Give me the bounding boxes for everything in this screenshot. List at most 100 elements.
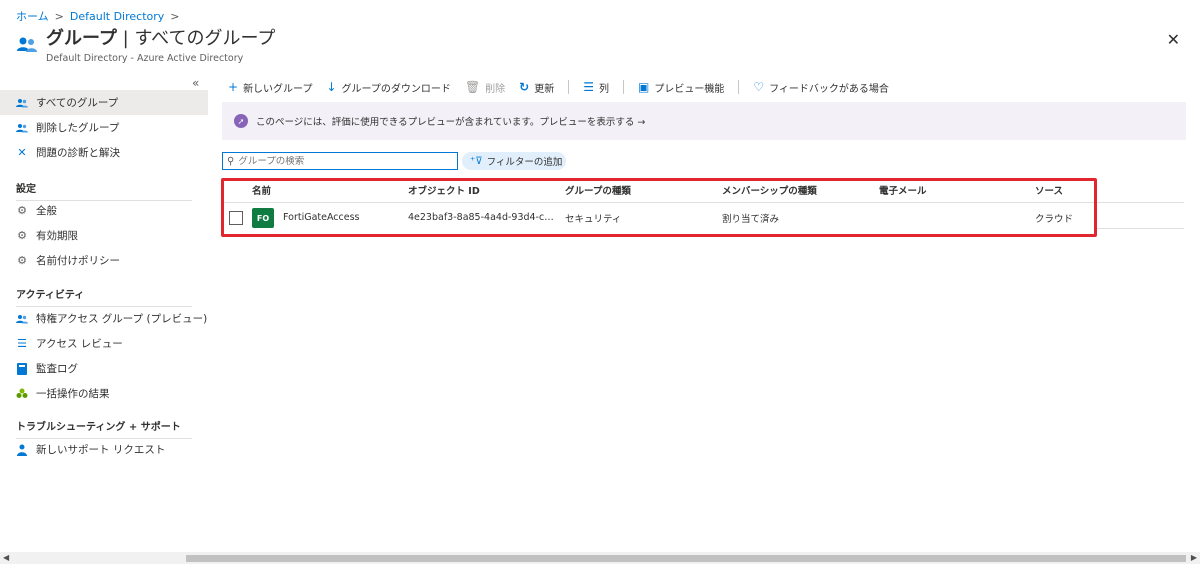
sidebar-item-access-review[interactable]: ☰ アクセス レビュー xyxy=(0,331,208,356)
sidebar-item-naming-policy[interactable]: ⚙ 名前付けポリシー xyxy=(0,248,208,273)
section-support: トラブルシューティング + サポート xyxy=(16,418,192,439)
column-header-source[interactable]: ソース xyxy=(1035,183,1063,197)
group-type-cell: セキュリティ xyxy=(565,213,622,225)
page-header: グループ | すべてのグループ xyxy=(16,28,275,56)
columns-button[interactable]: ☰ 列 xyxy=(583,80,609,95)
sidebar-item-audit-log[interactable]: 監査ログ xyxy=(0,356,208,381)
users-icon xyxy=(16,313,28,325)
sidebar-item-label: 名前付けポリシー xyxy=(36,255,120,267)
groups-icon xyxy=(17,37,37,52)
plus-icon: + xyxy=(228,80,239,94)
gear-icon: ⚙ xyxy=(17,204,27,217)
gear-icon: ⚙ xyxy=(17,229,27,242)
download-groups-button[interactable]: ↓ グループのダウンロード xyxy=(326,80,450,95)
add-filter-label: フィルターの追加 xyxy=(486,157,563,168)
group-name-link[interactable]: FortiGateAccess xyxy=(283,212,359,223)
group-avatar: FO xyxy=(252,208,274,228)
preview-features-button[interactable]: ▣ プレビュー機能 xyxy=(638,80,724,95)
heart-icon: ♡ xyxy=(753,80,765,94)
sidebar-item-label: 特権アクセス グループ (プレビュー) xyxy=(36,313,208,325)
sidebar-item-diagnose[interactable]: ✕ 問題の診断と解決 xyxy=(0,140,208,165)
sidebar-item-label: 有効期限 xyxy=(36,230,78,242)
sidebar-item-bulk-results[interactable]: 一括操作の結果 xyxy=(0,381,208,406)
refresh-label: 更新 xyxy=(534,83,555,95)
sidebar-item-deleted-groups[interactable]: 削除したグループ xyxy=(0,115,208,140)
toolbar-divider xyxy=(738,80,740,94)
column-header-membership-type[interactable]: メンバーシップの種類 xyxy=(722,183,817,197)
table-row[interactable]: FO FortiGateAccess 4e23baf3-8a85-4a4d-93… xyxy=(222,202,1184,232)
columns-label: 列 xyxy=(599,83,609,95)
table-row-divider xyxy=(1094,228,1184,229)
preview-banner[interactable]: ➚ このページには、評価に使用できるプレビューが含まれています。プレビューを表示… xyxy=(222,102,1186,140)
delete-button[interactable]: 🗑 削除 xyxy=(465,80,505,95)
sidebar-item-label: 監査ログ xyxy=(36,363,78,375)
breadcrumb-directory-link[interactable]: Default Directory xyxy=(70,10,164,23)
refresh-icon: ↻ xyxy=(519,80,530,94)
sidebar-item-label: 全般 xyxy=(36,205,57,217)
delete-label: 削除 xyxy=(485,83,506,95)
collapse-sidebar-button[interactable]: « xyxy=(192,76,199,90)
page-subtitle: Default Directory - Azure Active Directo… xyxy=(46,53,244,64)
sidebar-item-privileged-access[interactable]: 特権アクセス グループ (プレビュー) xyxy=(0,306,208,331)
users-icon xyxy=(16,97,28,109)
wrench-icon: ✕ xyxy=(17,146,27,159)
people-green-icon xyxy=(16,388,28,400)
scrollbar-thumb[interactable] xyxy=(186,555,1186,562)
breadcrumb-home-link[interactable]: ホーム xyxy=(16,8,49,24)
person-icon xyxy=(16,444,28,456)
sidebar-item-new-support-request[interactable]: 新しいサポート リクエスト xyxy=(0,437,208,462)
sidebar-item-label: 削除したグループ xyxy=(36,122,120,134)
column-header-email[interactable]: 電子メール xyxy=(879,183,927,197)
close-button[interactable]: ✕ xyxy=(1167,30,1180,49)
column-header-name[interactable]: 名前 xyxy=(252,183,271,197)
source-cell: クラウド xyxy=(1035,213,1074,225)
feedback-label: フィードバックがある場合 xyxy=(769,83,889,95)
columns-icon: ☰ xyxy=(583,80,594,94)
breadcrumb-separator: > xyxy=(54,9,64,23)
sidebar-item-general[interactable]: ⚙ 全般 xyxy=(0,198,208,223)
horizontal-scrollbar[interactable]: ◀ ▶ xyxy=(0,552,1200,564)
search-icon: ⚲ xyxy=(227,155,235,167)
breadcrumb-separator: > xyxy=(170,9,180,23)
preview-label: プレビュー機能 xyxy=(654,83,725,95)
gear-icon: ⚙ xyxy=(17,254,27,267)
breadcrumb: ホーム > Default Directory > xyxy=(16,8,180,24)
users-icon xyxy=(16,122,28,134)
feedback-button[interactable]: ♡ フィードバックがある場合 xyxy=(753,80,889,95)
sidebar-item-label: 問題の診断と解決 xyxy=(36,147,120,159)
sidebar-item-all-groups[interactable]: すべてのグループ xyxy=(0,90,208,115)
rocket-icon: ➚ xyxy=(234,114,248,128)
refresh-button[interactable]: ↻ 更新 xyxy=(519,80,554,95)
new-group-label: 新しいグループ xyxy=(243,83,313,95)
column-header-object-id[interactable]: オブジェクト ID xyxy=(408,183,558,197)
add-filter-icon: ⁺⊽ xyxy=(470,155,483,167)
add-filter-button[interactable]: ⁺⊽ フィルターの追加 xyxy=(462,152,566,170)
sidebar-item-expiration[interactable]: ⚙ 有効期限 xyxy=(0,223,208,248)
page-title: グループ | すべてのグループ xyxy=(46,28,276,49)
search-input[interactable] xyxy=(238,155,439,167)
sidebar-item-label: すべてのグループ xyxy=(36,97,119,109)
sidebar-item-label: アクセス レビュー xyxy=(36,338,123,350)
sidebar-item-label: 新しいサポート リクエスト xyxy=(36,444,166,456)
object-id-cell: 4e23baf3-8a85-4a4d-93d4-c08... xyxy=(408,212,558,223)
download-label: グループのダウンロード xyxy=(341,83,451,95)
book-icon xyxy=(16,362,28,375)
banner-text: このページには、評価に使用できるプレビューが含まれています。プレビューを表示する… xyxy=(256,117,646,128)
checklist-icon: ☰ xyxy=(17,337,27,350)
toolbar-divider xyxy=(568,80,570,94)
search-box[interactable]: ⚲ xyxy=(222,152,458,170)
column-header-group-type[interactable]: グループの種類 xyxy=(565,183,631,197)
scroll-left-icon[interactable]: ◀ xyxy=(3,553,9,562)
membership-type-cell: 割り当て済み xyxy=(722,213,780,225)
download-icon: ↓ xyxy=(326,80,337,94)
section-activity: アクティビティ xyxy=(16,286,192,307)
trash-icon: 🗑 xyxy=(464,80,481,94)
sidebar-item-label: 一括操作の結果 xyxy=(36,388,110,400)
sidebar: « すべてのグループ 削除したグループ ✕ 問題の診断と解決 設定 ⚙ 全般 ⚙… xyxy=(0,72,208,552)
new-group-button[interactable]: + 新しいグループ xyxy=(228,80,312,95)
toolbar-divider xyxy=(623,80,624,94)
row-checkbox[interactable] xyxy=(229,211,243,225)
command-bar: + 新しいグループ ↓ グループのダウンロード 🗑 削除 ↻ 更新 ☰ 列 ▣ … xyxy=(228,78,903,96)
table-header: 名前 オブジェクト ID グループの種類 メンバーシップの種類 電子メール ソー… xyxy=(222,178,1184,202)
scroll-right-icon[interactable]: ▶ xyxy=(1191,553,1197,562)
